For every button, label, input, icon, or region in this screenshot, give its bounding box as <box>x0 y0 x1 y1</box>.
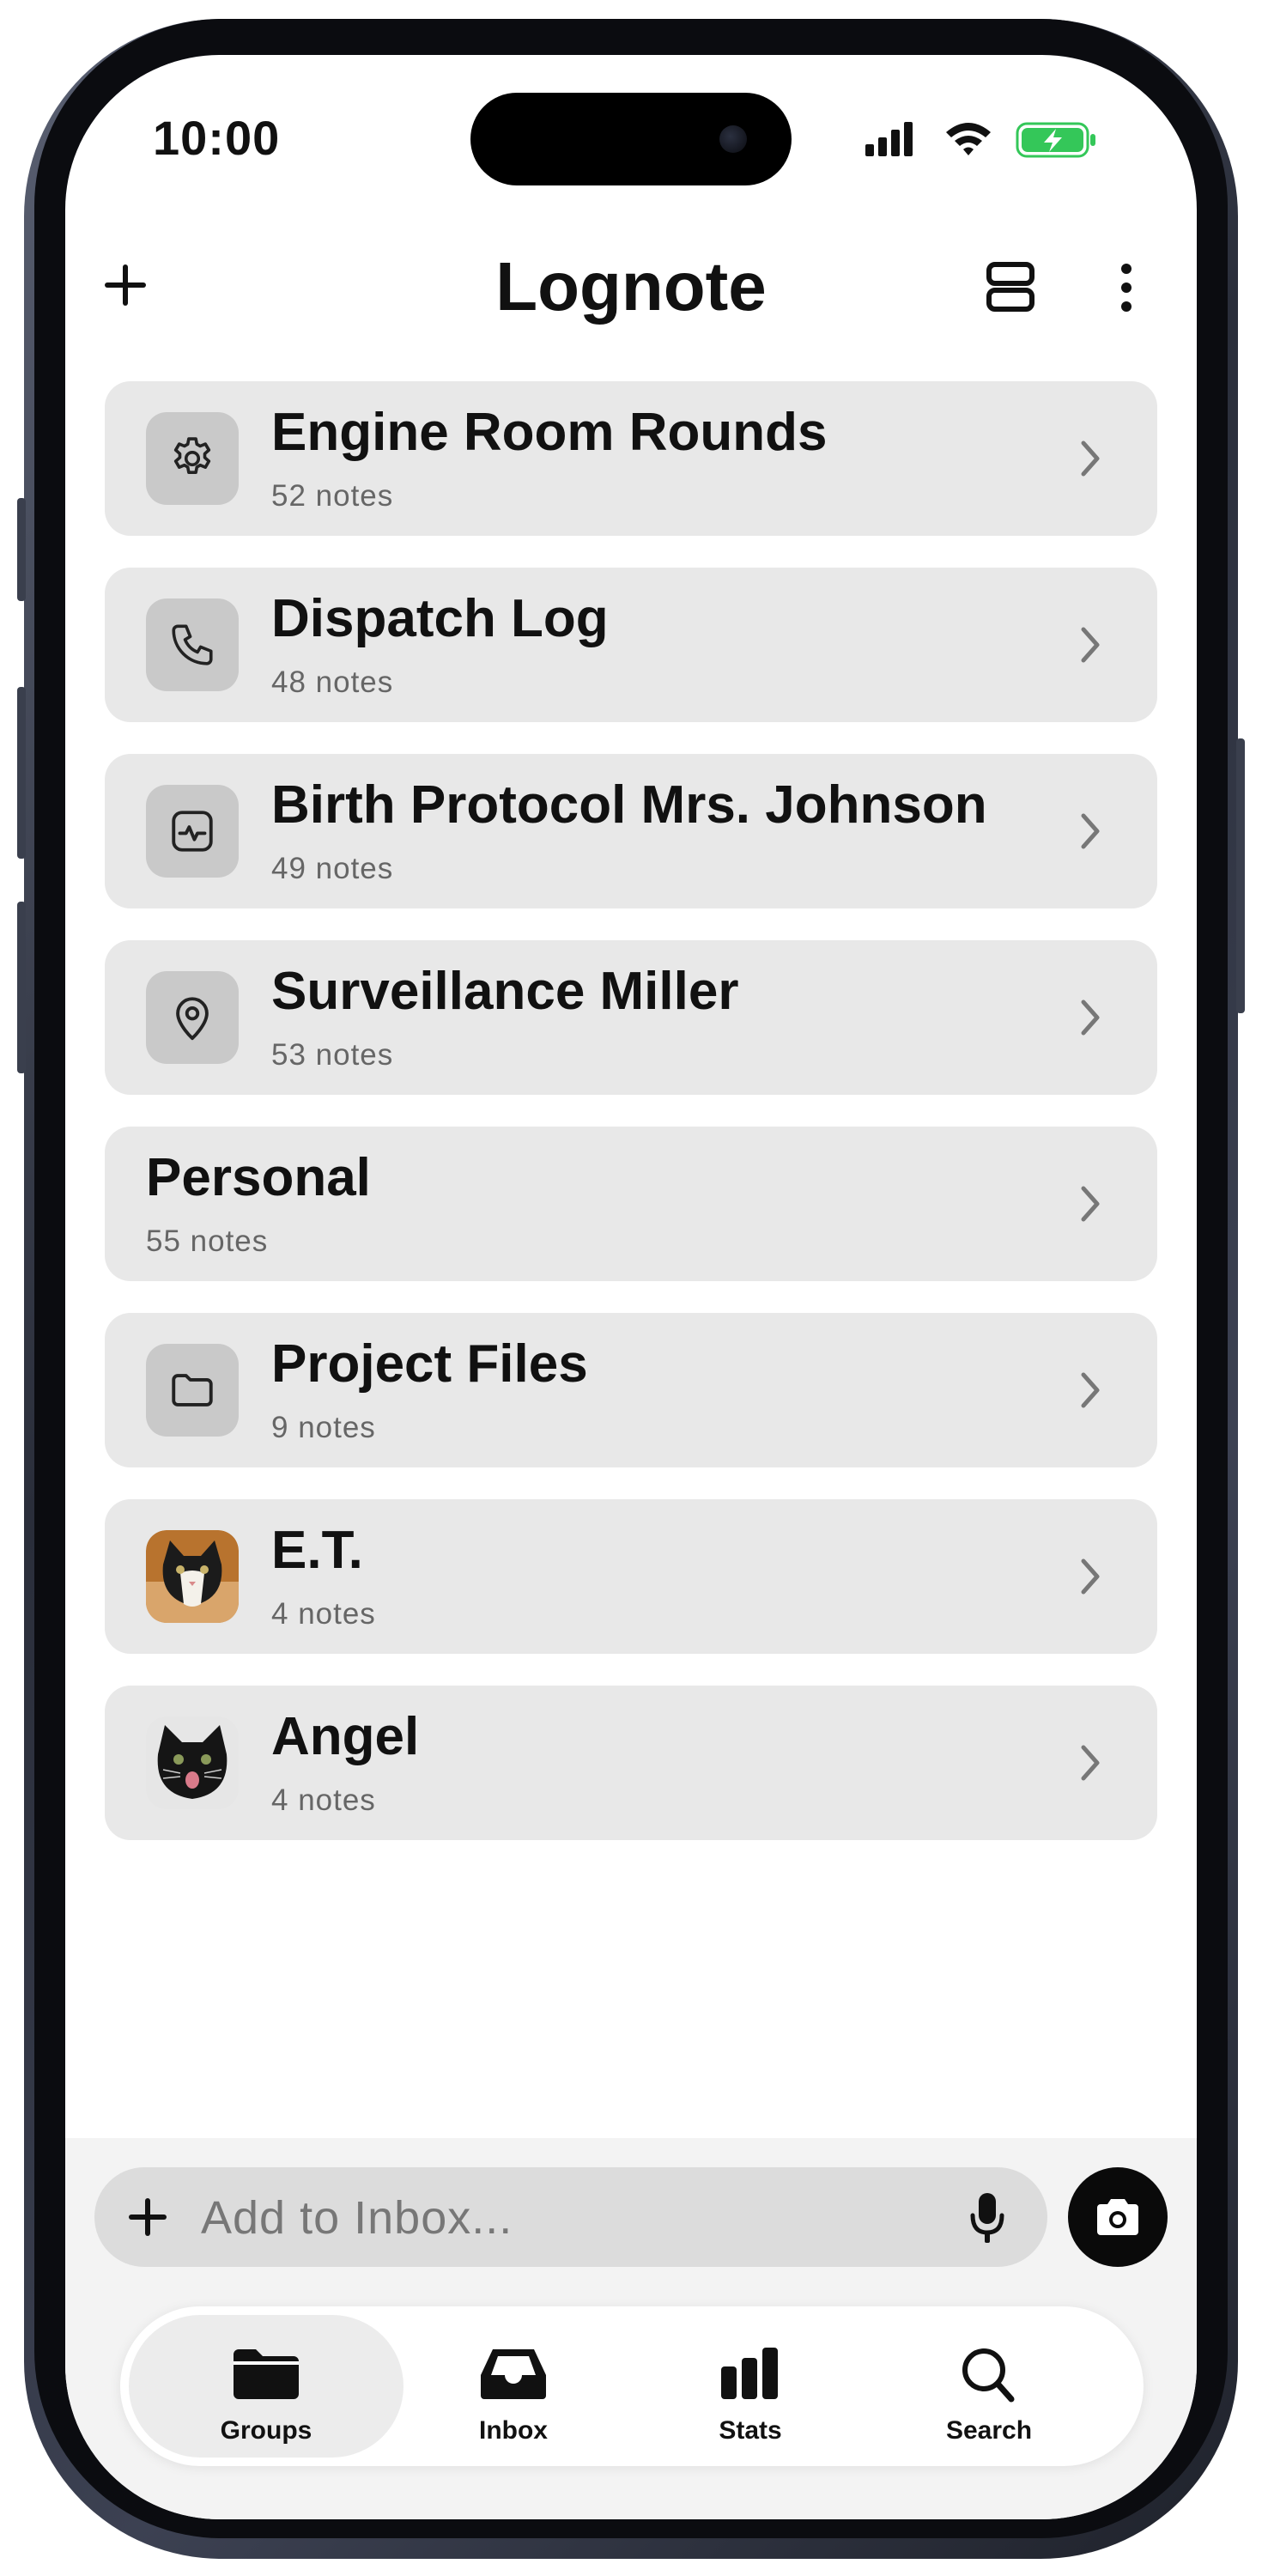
battery-icon <box>1016 122 1095 158</box>
cat-photo-avatar <box>146 1716 239 1809</box>
chevron-right-icon <box>1081 813 1100 849</box>
group-title: Angel <box>271 1707 420 1766</box>
layout-toggle-button[interactable] <box>986 261 1035 313</box>
chevron-right-icon <box>1081 1372 1100 1408</box>
search-icon <box>962 2348 1015 2403</box>
group-icon-tile <box>146 598 239 691</box>
status-icons <box>865 122 1095 158</box>
volume-down-button <box>17 902 26 1073</box>
chevron-right-icon <box>1081 1186 1100 1222</box>
signal-icon <box>865 122 913 156</box>
chevron-right-icon <box>1081 999 1100 1036</box>
group-icon-tile <box>146 785 239 878</box>
tab-stats[interactable]: Stats <box>613 2315 888 2458</box>
group-card-angel[interactable]: Angel 4 notes <box>105 1686 1157 1840</box>
group-note-count: 53 notes <box>271 1038 394 1072</box>
group-note-count: 4 notes <box>271 1597 376 1631</box>
chevron-right-icon <box>1081 627 1100 663</box>
group-icon-tile <box>146 971 239 1064</box>
cat-photo-avatar <box>146 1530 239 1623</box>
group-card-birth-protocol[interactable]: Birth Protocol Mrs. Johnson 49 notes <box>105 754 1157 908</box>
group-card-et[interactable]: E.T. 4 notes <box>105 1499 1157 1654</box>
more-vertical-icon <box>1121 264 1132 312</box>
chevron-right-icon <box>1081 1558 1100 1595</box>
group-note-count: 4 notes <box>271 1783 376 1817</box>
front-camera <box>719 125 747 153</box>
group-note-count: 9 notes <box>271 1411 376 1444</box>
tab-label: Stats <box>719 2416 782 2445</box>
group-card-personal[interactable]: Personal 55 notes <box>105 1127 1157 1281</box>
plus-icon[interactable] <box>127 2196 168 2238</box>
page-title: Lognote <box>495 248 767 325</box>
tab-search[interactable]: Search <box>852 2315 1126 2458</box>
camera-button[interactable] <box>1068 2167 1168 2267</box>
volume-up-button <box>17 687 26 859</box>
tab-label: Search <box>945 2416 1033 2445</box>
group-card-project-files[interactable]: Project Files 9 notes <box>105 1313 1157 1467</box>
camera-icon <box>1097 2199 1138 2235</box>
group-title: Birth Protocol Mrs. Johnson <box>271 775 987 835</box>
power-button <box>1236 738 1245 1013</box>
group-note-count: 49 notes <box>271 852 394 885</box>
group-card-engine-room-rounds[interactable]: Engine Room Rounds 52 notes <box>105 381 1157 536</box>
inbox-quick-add-bar[interactable] <box>94 2167 1047 2267</box>
group-note-count: 55 notes <box>146 1224 269 1258</box>
folder-icon <box>172 1374 213 1406</box>
group-icon-tile <box>146 1344 239 1437</box>
group-title: Dispatch Log <box>271 589 609 648</box>
group-title: Surveillance Miller <box>271 962 739 1021</box>
chevron-right-icon <box>1081 440 1100 477</box>
activity-icon <box>172 811 213 852</box>
chevron-right-icon <box>1081 1745 1100 1781</box>
cat-photo-icon <box>146 1530 239 1623</box>
cat-photo-icon <box>146 1716 239 1809</box>
groups-list: Engine Room Rounds 52 notes Dispatch Log… <box>105 381 1157 1872</box>
tab-label: Inbox <box>479 2416 548 2445</box>
action-button <box>17 498 26 601</box>
group-title: Personal <box>146 1148 371 1207</box>
inbox-input[interactable] <box>201 2191 956 2245</box>
microphone-icon[interactable] <box>970 2191 1004 2245</box>
tab-groups[interactable]: Groups <box>129 2315 403 2458</box>
group-note-count: 48 notes <box>271 665 394 699</box>
gear-icon <box>173 437 211 475</box>
inbox-tray-icon <box>481 2349 546 2399</box>
wifi-icon <box>946 123 991 155</box>
group-title: Project Files <box>271 1334 588 1394</box>
group-title: Engine Room Rounds <box>271 403 828 462</box>
bar-chart-icon <box>721 2348 778 2399</box>
group-card-surveillance-miller[interactable]: Surveillance Miller 53 notes <box>105 940 1157 1095</box>
group-note-count: 52 notes <box>271 479 394 513</box>
map-pin-icon <box>176 997 209 1041</box>
tab-label: Groups <box>220 2416 312 2445</box>
phone-icon <box>172 624 213 665</box>
group-title: E.T. <box>271 1521 363 1580</box>
more-options-button[interactable] <box>1118 263 1135 313</box>
tab-bar: Groups Inbox Stats Search <box>120 2306 1144 2466</box>
folder-icon <box>234 2349 299 2399</box>
status-time: 10:00 <box>153 111 281 165</box>
group-icon-tile <box>146 412 239 505</box>
rows-layout-icon <box>986 262 1034 312</box>
tab-inbox[interactable]: Inbox <box>376 2315 651 2458</box>
group-card-dispatch-log[interactable]: Dispatch Log 48 notes <box>105 568 1157 722</box>
